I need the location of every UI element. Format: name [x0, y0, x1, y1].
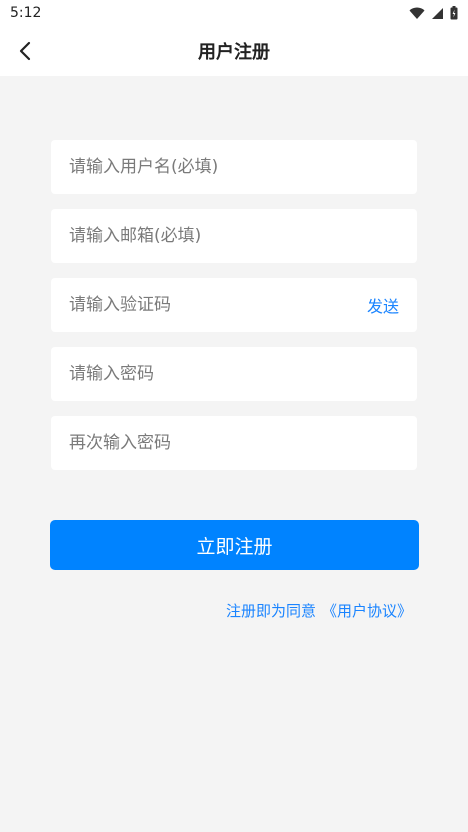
- verification-code-field: 发送: [51, 278, 417, 332]
- user-agreement-link[interactable]: 《用户协议》: [322, 600, 412, 621]
- verification-code-input[interactable]: [69, 295, 399, 315]
- status-bar: 5:12: [0, 0, 468, 26]
- back-arrow-icon: [19, 41, 31, 61]
- signal-icon: [432, 7, 443, 19]
- email-input[interactable]: [69, 226, 399, 246]
- send-code-button[interactable]: 发送: [367, 278, 399, 332]
- back-button[interactable]: [10, 36, 40, 66]
- battery-icon: [450, 6, 458, 20]
- agreement-prefix: 注册即为同意: [225, 601, 316, 620]
- wifi-icon: [409, 7, 425, 19]
- page-title: 用户注册: [198, 42, 270, 63]
- status-time: 5:12: [10, 5, 42, 21]
- status-icons: [409, 6, 458, 20]
- agreement-notice: 注册即为同意 《用户协议》: [226, 599, 412, 621]
- username-input[interactable]: [69, 157, 399, 177]
- password-input[interactable]: [69, 364, 399, 384]
- password-field: [51, 347, 417, 401]
- username-field: [51, 140, 417, 194]
- confirm-password-field: [51, 416, 417, 470]
- top-navigation-bar: 用户注册: [0, 26, 468, 76]
- confirm-password-input[interactable]: [69, 433, 399, 453]
- registration-form: 发送: [51, 140, 417, 485]
- register-button[interactable]: 立即注册: [50, 520, 419, 570]
- email-field: [51, 209, 417, 263]
